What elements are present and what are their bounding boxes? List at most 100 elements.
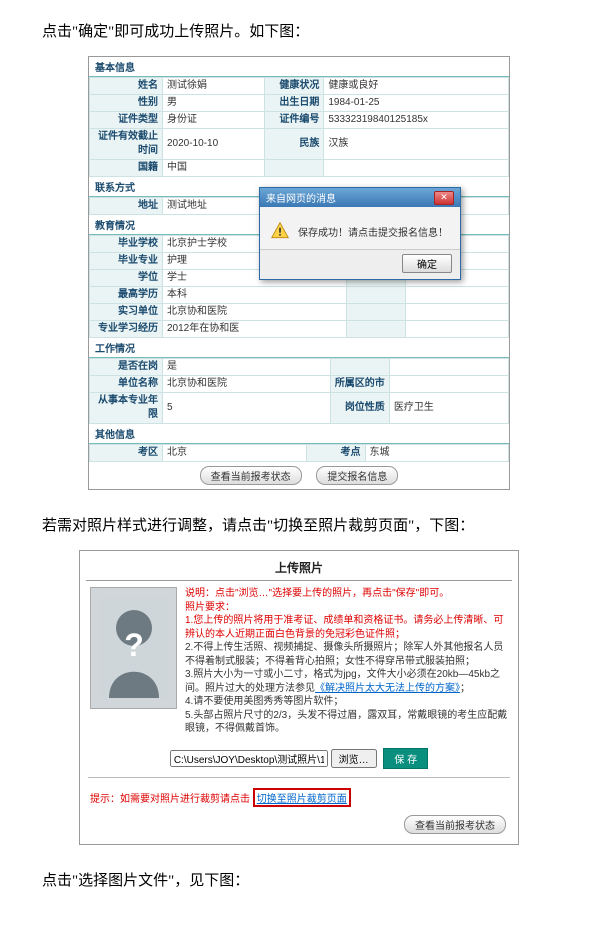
switch-crop-link[interactable]: 切换至照片裁剪页面 — [257, 794, 347, 805]
table-work: 是否在岗是单位名称北京协和医院所属区的市从事本专业年限5岗位性质医疗卫生 — [89, 358, 509, 424]
dialog-body: 保存成功！请点击提交报名信息！ — [260, 207, 460, 249]
upload-panel: 上传照片 ? 说明：点击"浏览…"选择要上传的照片，再点击"保存"即可。 照片要… — [79, 550, 519, 845]
warning-icon — [270, 221, 290, 241]
crop-link-box: 切换至照片裁剪页面 — [253, 788, 351, 807]
field-label — [265, 160, 324, 177]
field-label: 毕业学校 — [90, 236, 163, 253]
view-status-button-2[interactable]: 查看当前报考状态 — [404, 815, 506, 834]
dialog-close-button[interactable]: ✕ — [434, 191, 454, 205]
status-row: 查看当前报考状态 — [86, 809, 512, 834]
crop-tip-prefix: 提示：如需要对照片进行裁剪请点击 — [90, 794, 250, 805]
req-1: 1.您上传的照片将用于准考证、成绩单和资格证书。请务必上传清晰、可辨认的本人近期… — [185, 614, 508, 641]
view-status-button[interactable]: 查看当前报考状态 — [200, 466, 302, 485]
dialog-ok-button[interactable]: 确定 — [402, 254, 452, 273]
field-value: 汉族 — [324, 129, 509, 160]
file-path-row: 浏览… 保 存 — [86, 740, 512, 773]
field-value: 医疗卫生 — [389, 393, 508, 424]
field-label: 单位名称 — [90, 376, 163, 393]
field-label: 学位 — [90, 270, 163, 287]
para-upload-success: 点击"确定"即可成功上传照片。如下图： — [12, 20, 586, 44]
field-label: 地址 — [90, 198, 163, 215]
field-label: 考区 — [90, 445, 163, 462]
file-path-input[interactable] — [170, 750, 328, 767]
para-crop-switch: 若需对照片样式进行调整，请点击"切换至照片裁剪页面"，下图： — [12, 514, 586, 538]
field-label — [346, 321, 405, 338]
field-label — [346, 287, 405, 304]
field-label: 是否在岗 — [90, 359, 163, 376]
upload-description: 说明：点击"浏览…"选择要上传的照片，再点击"保存"即可。 照片要求： 1.您上… — [185, 587, 508, 736]
form-button-row: 查看当前报考状态 提交报名信息 — [89, 462, 509, 489]
field-label — [330, 359, 389, 376]
field-value: 本科 — [163, 287, 347, 304]
field-label: 证件类型 — [90, 112, 163, 129]
field-value: 53332319840125185x — [324, 112, 509, 129]
field-value: 5 — [163, 393, 331, 424]
section-work: 工作情况 — [89, 338, 509, 358]
field-label: 国籍 — [90, 160, 163, 177]
svg-text:?: ? — [124, 627, 144, 663]
oversize-solution-link[interactable]: 《解决照片太大无法上传的方案》 — [315, 683, 460, 694]
field-label: 健康状况 — [265, 78, 324, 95]
field-value — [389, 359, 508, 376]
field-value: 中国 — [163, 160, 265, 177]
field-label: 从事本专业年限 — [90, 393, 163, 424]
field-label: 岗位性质 — [330, 393, 389, 424]
field-label: 证件有效截止时间 — [90, 129, 163, 160]
field-label: 出生日期 — [265, 95, 324, 112]
submit-info-button[interactable]: 提交报名信息 — [316, 466, 398, 485]
field-value: 男 — [163, 95, 265, 112]
field-value — [405, 321, 508, 338]
field-value: 东城 — [365, 445, 509, 462]
field-value: 2012年在协和医 — [163, 321, 347, 338]
req-3: 3.照片大小为一寸或小二寸，格式为jpg，文件大小必须在20kb—45kb之间。… — [185, 668, 508, 695]
person-placeholder-icon: ? — [99, 598, 169, 698]
field-label: 毕业专业 — [90, 253, 163, 270]
section-other: 其他信息 — [89, 424, 509, 444]
field-label: 民族 — [265, 129, 324, 160]
field-label — [346, 304, 405, 321]
field-label: 最高学历 — [90, 287, 163, 304]
field-label: 实习单位 — [90, 304, 163, 321]
req-heading: 照片要求： — [185, 601, 508, 615]
field-value — [405, 287, 508, 304]
upload-intro: 说明：点击"浏览…"选择要上传的照片，再点击"保存"即可。 — [185, 587, 508, 601]
field-value: 测试徐娟 — [163, 78, 265, 95]
field-label: 姓名 — [90, 78, 163, 95]
field-label: 所属区的市 — [330, 376, 389, 393]
screenshot-upload: 上传照片 ? 说明：点击"浏览…"选择要上传的照片，再点击"保存"即可。 照片要… — [12, 550, 586, 845]
table-basic: 姓名测试徐娟健康状况健康或良好性别男出生日期1984-01-25证件类型身份证证… — [89, 77, 509, 177]
field-value — [405, 304, 508, 321]
field-label: 性别 — [90, 95, 163, 112]
dialog-message: 保存成功！请点击提交报名信息！ — [298, 224, 448, 239]
screenshot-form: 基本信息 姓名测试徐娟健康状况健康或良好性别男出生日期1984-01-25 证件类… — [12, 56, 586, 490]
crop-tip: 提示：如需要对照片进行裁剪请点击 切换至照片裁剪页面 — [86, 782, 512, 809]
field-value: 2020-10-10 — [163, 129, 265, 160]
field-value: 北京协和医院 — [163, 376, 331, 393]
field-value: 北京协和医院 — [163, 304, 347, 321]
field-label: 考点 — [306, 445, 365, 462]
req-4: 4.请不要使用美图秀秀等图片软件； — [185, 695, 508, 709]
dialog-titlebar: 来自网页的消息 ✕ — [260, 188, 460, 207]
avatar-placeholder: ? — [90, 587, 177, 709]
field-value — [389, 376, 508, 393]
section-basic: 基本信息 — [89, 57, 509, 77]
req-5: 5.头部占照片尺寸的2/3，头发不得过眉，露双耳，常戴眼镜的考生应配戴眼镜，不得… — [185, 709, 508, 736]
browse-button[interactable]: 浏览… — [331, 749, 377, 768]
save-button[interactable]: 保 存 — [383, 748, 428, 769]
form-panel: 基本信息 姓名测试徐娟健康状况健康或良好性别男出生日期1984-01-25 证件类… — [88, 56, 510, 490]
table-other: 考区北京考点东城 — [89, 444, 509, 462]
message-dialog: 来自网页的消息 ✕ 保存成功！请点击提交报名信息！ 确定 — [259, 187, 461, 280]
field-value: 北京 — [163, 445, 307, 462]
req-3b: ； — [460, 683, 470, 694]
field-value: 是 — [163, 359, 331, 376]
req-2: 2.不得上传生活照、视频捕捉、摄像头所摄照片；除军人外其他报名人员不得着制式服装… — [185, 641, 508, 668]
para-select-file: 点击"选择图片文件"，见下图： — [12, 869, 586, 893]
dialog-footer: 确定 — [260, 249, 460, 279]
field-value: 健康或良好 — [324, 78, 509, 95]
dialog-title-text: 来自网页的消息 — [266, 190, 336, 205]
field-label: 证件编号 — [265, 112, 324, 129]
field-value — [324, 160, 509, 177]
upload-title: 上传照片 — [86, 557, 512, 581]
field-value: 1984-01-25 — [324, 95, 509, 112]
divider — [88, 777, 510, 778]
